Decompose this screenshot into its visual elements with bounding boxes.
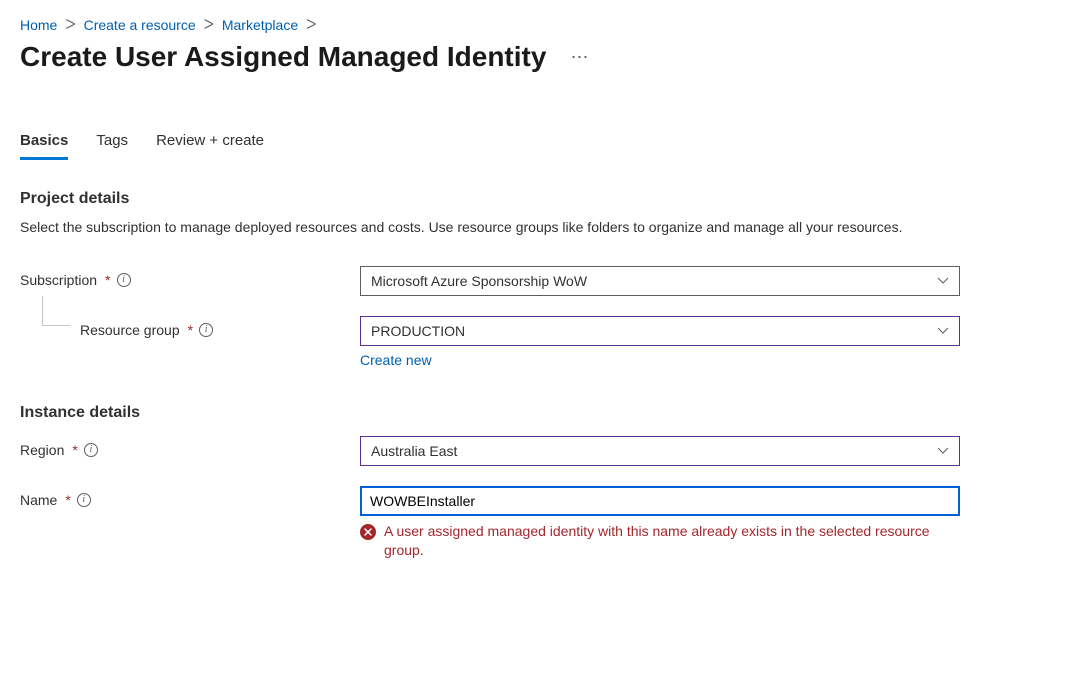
- info-icon[interactable]: i: [77, 493, 91, 507]
- error-icon: [360, 524, 376, 540]
- more-menu-button[interactable]: ⋯: [562, 43, 598, 72]
- create-new-link[interactable]: Create new: [360, 352, 432, 368]
- breadcrumb-home[interactable]: Home: [20, 17, 57, 33]
- chevron-right-icon: ᐳ: [306, 16, 316, 33]
- chevron-down-icon: [937, 325, 949, 337]
- section-heading-project-details: Project details: [20, 190, 1062, 208]
- chevron-right-icon: ᐳ: [65, 16, 75, 33]
- subscription-select[interactable]: Microsoft Azure Sponsorship WoW: [360, 266, 960, 296]
- section-desc-project-details: Select the subscription to manage deploy…: [20, 218, 940, 238]
- breadcrumb: Home ᐳ Create a resource ᐳ Marketplace ᐳ: [20, 16, 1062, 33]
- region-value: Australia East: [371, 443, 457, 459]
- label-name: Name: [20, 492, 57, 508]
- chevron-down-icon: [937, 275, 949, 287]
- info-icon[interactable]: i: [117, 273, 131, 287]
- resource-group-value: PRODUCTION: [371, 323, 465, 339]
- section-heading-instance-details: Instance details: [20, 404, 1062, 422]
- name-input[interactable]: [360, 486, 960, 516]
- info-icon[interactable]: i: [199, 323, 213, 337]
- row-subscription: Subscription * i Microsoft Azure Sponsor…: [20, 266, 1062, 296]
- indent-connector: [42, 296, 70, 326]
- chevron-right-icon: ᐳ: [204, 16, 214, 33]
- resource-group-select[interactable]: PRODUCTION: [360, 316, 960, 346]
- row-resource-group: Resource group * i PRODUCTION Create new: [20, 316, 1062, 368]
- error-text: A user assigned managed identity with th…: [384, 522, 960, 561]
- label-region: Region: [20, 442, 64, 458]
- tabs: Basics Tags Review + create: [20, 128, 1062, 160]
- required-indicator: *: [72, 442, 77, 458]
- info-icon[interactable]: i: [84, 443, 98, 457]
- subscription-value: Microsoft Azure Sponsorship WoW: [371, 273, 587, 289]
- breadcrumb-marketplace[interactable]: Marketplace: [222, 17, 298, 33]
- required-indicator: *: [65, 492, 70, 508]
- breadcrumb-create-resource[interactable]: Create a resource: [84, 17, 196, 33]
- required-indicator: *: [105, 272, 110, 288]
- label-subscription: Subscription: [20, 272, 97, 288]
- row-region: Region * i Australia East: [20, 436, 1062, 466]
- error-message: A user assigned managed identity with th…: [360, 522, 960, 561]
- required-indicator: *: [188, 322, 193, 338]
- page-header: Create User Assigned Managed Identity ⋯: [20, 41, 1062, 73]
- page-title: Create User Assigned Managed Identity: [20, 41, 546, 73]
- tab-basics[interactable]: Basics: [20, 128, 68, 160]
- tab-tags[interactable]: Tags: [96, 128, 128, 160]
- label-resource-group: Resource group: [80, 322, 180, 338]
- tab-review-create[interactable]: Review + create: [156, 128, 264, 160]
- region-select[interactable]: Australia East: [360, 436, 960, 466]
- chevron-down-icon: [937, 445, 949, 457]
- row-name: Name * i A user assigned managed identit…: [20, 486, 1062, 561]
